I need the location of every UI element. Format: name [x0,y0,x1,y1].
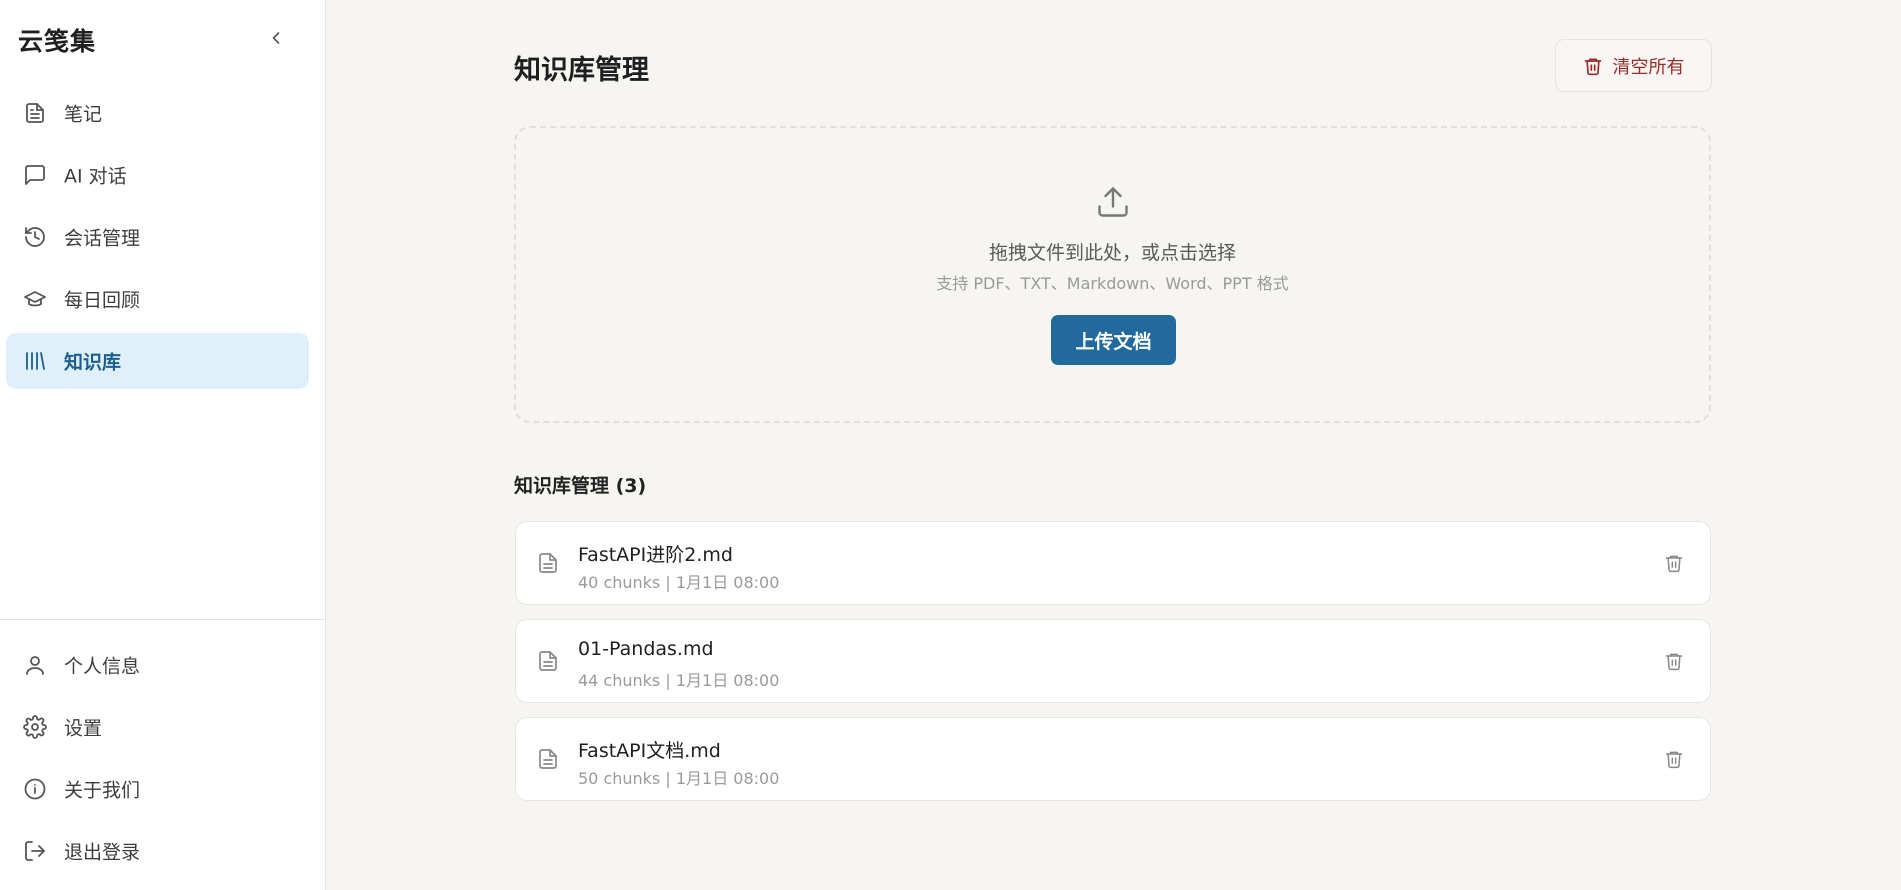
file-text-icon [22,100,48,126]
sidebar-item-profile[interactable]: 个人信息 [6,637,309,693]
sidebar-item-label: 退出登录 [64,841,141,864]
clear-all-label: 清空所有 [1612,56,1685,78]
trash-icon [1665,653,1683,671]
sidebar-item-label: 个人信息 [64,655,141,678]
dropzone-hint: 支持 PDF、TXT、Markdown、Word、PPT 格式 [936,274,1289,293]
sidebar-item-label: 每日回顾 [64,289,141,312]
sidebar-item-ai-chat[interactable]: AI 对话 [6,147,309,203]
graduation-cap-icon [22,286,48,312]
sidebar-item-knowledge-base[interactable]: 知识库 [6,333,309,389]
message-square-icon [22,162,48,188]
delete-document-button[interactable] [1660,745,1688,773]
gear-icon [22,714,48,740]
upload-document-button[interactable]: 上传文档 [1051,315,1176,365]
sidebar-item-about[interactable]: 关于我们 [6,761,309,817]
sidebar-item-daily-review[interactable]: 每日回顾 [6,271,309,327]
sidebar-item-label: 关于我们 [64,779,141,802]
upload-dropzone[interactable]: 拖拽文件到此处，或点击选择 支持 PDF、TXT、Markdown、Word、P… [514,126,1711,423]
trash-icon [1665,555,1683,573]
sidebar-item-label: 会话管理 [64,227,141,250]
document-name: FastAPI文档.md [578,740,721,762]
document-row[interactable]: 01-Pandas.md 44 chunks | 1月1日 08:00 [515,619,1711,703]
sidebar-item-settings[interactable]: 设置 [6,699,309,755]
library-icon [22,348,48,374]
document-name: FastAPI进阶2.md [578,544,733,566]
upload-icon [1097,187,1128,217]
trash-icon [1665,751,1683,769]
document-name: 01-Pandas.md [578,638,714,660]
sidebar-item-notes[interactable]: 笔记 [6,85,309,141]
delete-document-button[interactable] [1660,647,1688,675]
sidebar-item-sessions[interactable]: 会话管理 [6,209,309,265]
document-meta: 50 chunks | 1月1日 08:00 [578,769,780,788]
app-brand: 云笺集 [18,27,97,56]
chevron-left-icon [272,32,280,44]
sidebar: 云笺集 笔记 AI 对话 会话管理 每日回顾 知识库 个人信息 设置 关于我们 … [0,0,326,890]
sidebar-item-label: 设置 [64,717,103,740]
info-icon [22,776,48,802]
history-icon [22,224,48,250]
dropzone-title: 拖拽文件到此处，或点击选择 [988,242,1236,264]
delete-document-button[interactable] [1660,549,1688,577]
collapse-sidebar-button[interactable] [264,26,288,50]
clear-all-button[interactable]: 清空所有 [1555,39,1712,92]
sidebar-item-label: 笔记 [64,103,103,126]
page-title: 知识库管理 [514,55,649,86]
sidebar-item-label: AI 对话 [64,165,127,188]
sidebar-item-logout[interactable]: 退出登录 [6,823,309,879]
user-icon [22,652,48,678]
document-row[interactable]: FastAPI文档.md 50 chunks | 1月1日 08:00 [515,717,1711,801]
document-list-title: 知识库管理 (3) [514,475,647,497]
document-row[interactable]: FastAPI进阶2.md 40 chunks | 1月1日 08:00 [515,521,1711,605]
document-meta: 44 chunks | 1月1日 08:00 [578,671,780,690]
logout-icon [22,838,48,864]
sidebar-item-label: 知识库 [64,351,122,374]
file-text-icon [539,749,557,769]
sidebar-divider [0,619,326,620]
document-meta: 40 chunks | 1月1日 08:00 [578,573,780,592]
file-text-icon [539,553,557,573]
trash-icon [1584,58,1601,75]
file-text-icon [539,651,557,671]
